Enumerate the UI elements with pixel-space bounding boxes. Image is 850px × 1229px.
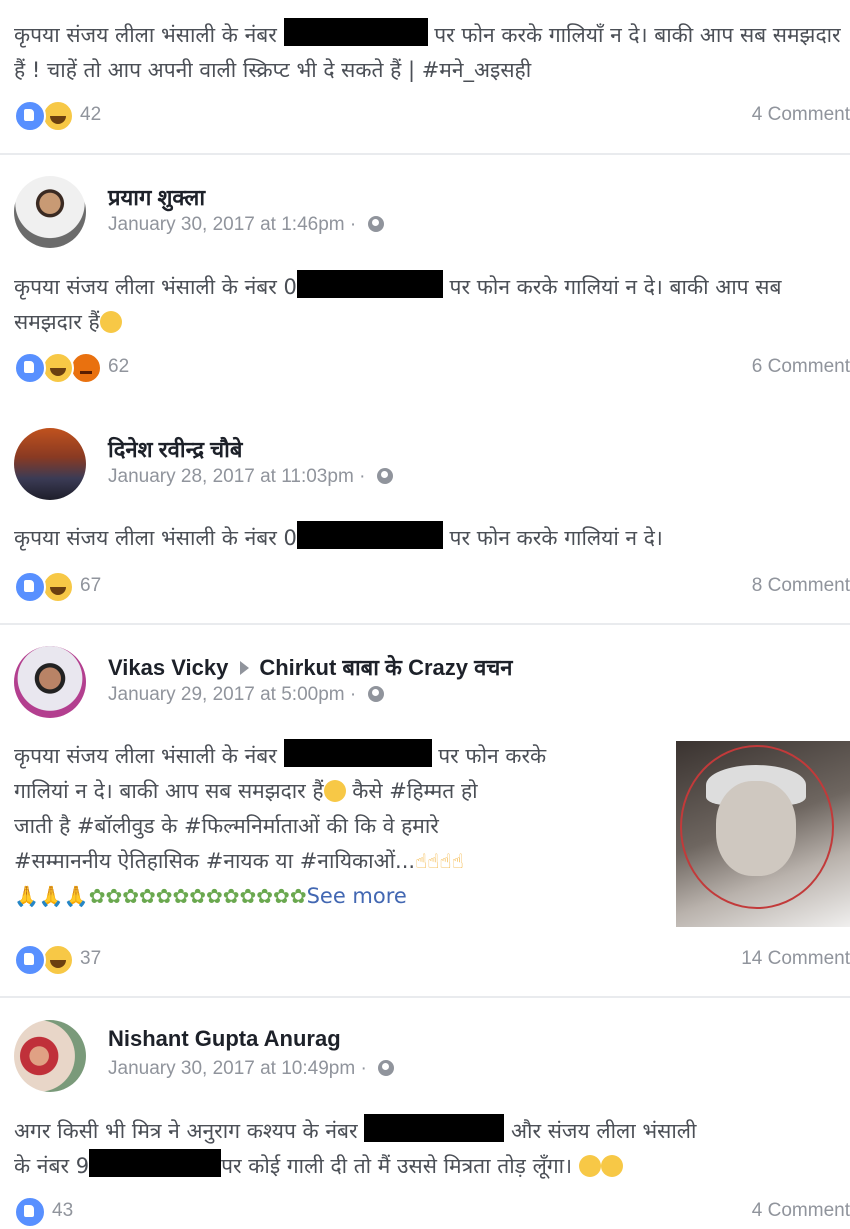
post-text: कृपया संजय लीला भंसाली के नंबर 0 पर फोन … (14, 521, 844, 556)
timestamp[interactable]: January 30, 2017 at 10:49pm (108, 1058, 355, 1079)
see-more-link[interactable]: See more (307, 884, 407, 908)
laugh-emoji-icon (600, 1155, 623, 1177)
post-text-part: कृपया संजय लीला भंसाली के नंबर (14, 23, 277, 47)
post-meta: January 29, 2017 at 5:00pm · (108, 684, 384, 706)
haha-icon (42, 352, 74, 384)
post-header: Vikas Vicky Chirkut बाबा के Crazy वचन Jan… (14, 646, 834, 718)
bouquet-icon: ✿✿✿✿✿✿✿✿✿✿✿✿✿ (88, 884, 307, 908)
author-name[interactable]: दिनेश रवीन्द्र चौबे (108, 434, 242, 464)
like-icon (14, 100, 46, 132)
redacted-number (283, 18, 428, 46)
post-image[interactable] (676, 741, 850, 927)
redacted-number (283, 739, 432, 767)
avatar[interactable] (14, 428, 86, 500)
reactions-bar[interactable]: 62 6 Comment (14, 352, 850, 384)
divider (0, 996, 850, 998)
comments-link[interactable]: 4 Comment (752, 104, 850, 126)
author-name[interactable]: Nishant Gupta Anurag (108, 1026, 341, 1052)
comments-link[interactable]: 4 Comment (752, 1200, 850, 1222)
reactions-bar[interactable]: 43 4 Comment (14, 1196, 850, 1228)
post-meta: January 30, 2017 at 1:46pm · (108, 214, 384, 236)
post-text: कृपया संजय लीला भंसाली के नंबर पर फोन कर… (14, 18, 844, 88)
post-text-part: पर फोन करके गालियां न दे। (449, 526, 663, 550)
author-name[interactable]: Vikas Vicky (108, 655, 228, 680)
page-name[interactable]: Chirkut बाबा के Crazy वचन (259, 655, 512, 680)
post-text-part: कृपया संजय लीला भंसाली के नंबर 0 (14, 275, 297, 299)
avatar[interactable] (14, 646, 86, 718)
redacted-number (89, 1149, 222, 1177)
haha-icon (42, 571, 74, 603)
timestamp[interactable]: January 30, 2017 at 1:46pm (108, 214, 345, 235)
post-text-line: 🙏🙏🙏✿✿✿✿✿✿✿✿✿✿✿✿✿See more (14, 879, 664, 914)
reactions-bar[interactable]: 67 8 Comment (14, 571, 850, 603)
pointing-hand-icon: ☝☝☝☝ (415, 849, 464, 873)
like-icon (14, 944, 46, 976)
post-text-part: कैसे #हिम्मत हो (352, 779, 478, 803)
post-header: प्रयाग शुक्ला January 30, 2017 at 1:46pm… (14, 176, 834, 248)
author-name[interactable]: प्रयाग शुक्ला (108, 182, 205, 212)
reaction-count[interactable]: 43 (52, 1200, 73, 1222)
redacted-number (296, 521, 443, 549)
post-text-part: #सम्माननीय ऐतिहासिक #नायक या #नायिकाओं..… (14, 849, 416, 873)
smile-emoji-icon (99, 311, 122, 333)
reactions-bar[interactable]: 37 14 Comment (14, 944, 850, 976)
post-text-part: और संजय लीला भंसाली (510, 1119, 697, 1143)
post-header: Nishant Gupta Anurag January 30, 2017 at… (14, 1020, 834, 1092)
post-meta: January 30, 2017 at 10:49pm · (108, 1058, 395, 1080)
reaction-count[interactable]: 42 (80, 104, 101, 126)
divider (0, 623, 850, 625)
post-text-line: कृपया संजय लीला भंसाली के नंबर पर फोन कर… (14, 739, 664, 774)
divider (0, 153, 850, 155)
post-text-line: के नंबर 9 पर कोई गाली दी तो मैं उससे मित्… (14, 1149, 850, 1184)
post-text-part: पर कोई गाली दी तो मैं उससे मित्रता तोड़ … (221, 1154, 573, 1178)
author-line: Vikas Vicky Chirkut बाबा के Crazy वचन (108, 652, 513, 682)
reaction-count[interactable]: 62 (108, 356, 129, 378)
folded-hands-icon: 🙏🙏🙏 (14, 884, 89, 908)
post-text-part: के नंबर 9 (14, 1154, 90, 1178)
smile-emoji-icon (323, 780, 346, 802)
comments-link[interactable]: 14 Comment (741, 948, 850, 970)
image-highlight-circle (680, 745, 834, 909)
like-icon (14, 352, 46, 384)
angry-icon (70, 352, 102, 384)
haha-icon (42, 944, 74, 976)
post-text-part: गालियां न दे। बाकी आप सब समझदार हैं (14, 779, 324, 803)
like-icon (14, 571, 46, 603)
globe-icon (376, 468, 393, 484)
post-text-line: गालियां न दे। बाकी आप सब समझदार हैं कैसे… (14, 774, 664, 809)
smile-emoji-icon (578, 1155, 601, 1177)
comments-link[interactable]: 6 Comment (752, 356, 850, 378)
post-text: कृपया संजय लीला भंसाली के नंबर पर फोन कर… (14, 739, 664, 914)
globe-icon (367, 216, 384, 232)
reactions-bar[interactable]: 42 4 Comment (14, 100, 850, 132)
like-icon (14, 1196, 46, 1228)
post-meta: January 28, 2017 at 11:03pm · (108, 466, 393, 488)
post-header: दिनेश रवीन्द्र चौबे January 28, 2017 at … (14, 428, 834, 500)
post-text-part: पर फोन करके (438, 744, 547, 768)
comments-link[interactable]: 8 Comment (752, 575, 850, 597)
avatar[interactable] (14, 1020, 86, 1092)
globe-icon (378, 1060, 395, 1076)
redacted-number (364, 1114, 505, 1142)
reaction-count[interactable]: 67 (80, 575, 101, 597)
post-text: अगर किसी भी मित्र ने अनुराग कश्यप के नंब… (14, 1114, 850, 1184)
arrow-right-icon (240, 661, 250, 676)
globe-icon (367, 686, 384, 702)
avatar[interactable] (14, 176, 86, 248)
post-text-part: कृपया संजय लीला भंसाली के नंबर (14, 744, 277, 768)
timestamp[interactable]: January 29, 2017 at 5:00pm (108, 684, 345, 705)
post-text-line: अगर किसी भी मित्र ने अनुराग कश्यप के नंब… (14, 1114, 850, 1149)
post-text-line: #सम्माननीय ऐतिहासिक #नायक या #नायिकाओं..… (14, 844, 664, 879)
post-text-part: अगर किसी भी मित्र ने अनुराग कश्यप के नंब… (14, 1119, 358, 1143)
reaction-count[interactable]: 37 (80, 948, 101, 970)
redacted-number (296, 270, 443, 298)
post-text-part: कृपया संजय लीला भंसाली के नंबर 0 (14, 526, 297, 550)
haha-icon (42, 100, 74, 132)
timestamp[interactable]: January 28, 2017 at 11:03pm (108, 466, 354, 487)
post-text-line: जाती है #बॉलीवुड के #फिल्मनिर्माताओं की … (14, 814, 439, 838)
post-text: कृपया संजय लीला भंसाली के नंबर 0 पर फोन … (14, 270, 844, 340)
